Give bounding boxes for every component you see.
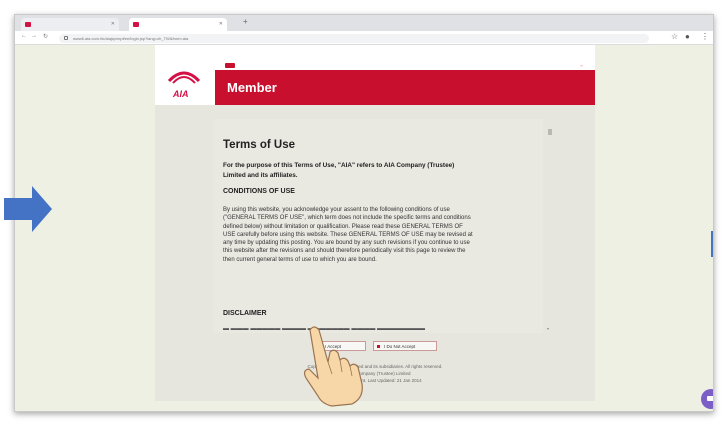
aia-favicon: [133, 22, 139, 27]
terms-buttons: I Accept I Do Not Accept: [155, 341, 595, 353]
tab-strip: ✕ ✕ +: [15, 15, 713, 31]
language-link[interactable]: ◦◦: [580, 63, 583, 68]
right-arrow-icon: [4, 186, 52, 232]
member-title: Member: [227, 80, 277, 95]
new-tab-icon[interactable]: +: [243, 17, 248, 26]
terms-intro: For the purpose of this Terms of Use, "A…: [223, 162, 455, 179]
page-footer: Copyright © 2021 ... Limited and its sub…: [245, 363, 505, 384]
browser-tab-1[interactable]: ✕: [21, 18, 119, 31]
terms-title: Terms of Use: [223, 139, 296, 151]
decline-button[interactable]: I Do Not Accept: [373, 341, 437, 351]
pointing-hand-icon: [303, 326, 363, 407]
aia-page: AIA ◦◦ Member Terms of Use For the purpo…: [155, 45, 595, 401]
footer-terms: Terms of U... ment. Last Updated: 21 Jan…: [328, 378, 422, 383]
page-header: AIA ◦◦ Member: [155, 45, 595, 105]
chat-icon[interactable]: [701, 389, 713, 409]
scrollbar-thumb[interactable]: [548, 129, 552, 135]
browser-tab-2[interactable]: ✕: [129, 18, 227, 31]
lock-icon: [64, 36, 68, 40]
url-text: www6.aia.com.hk/aiajsp/mpf/ee/login.jsp?…: [73, 36, 189, 41]
close-tab-icon[interactable]: ✕: [111, 21, 115, 27]
disclaimer-heading: DISCLAIMER: [223, 310, 267, 317]
terms-scrollbar[interactable]: ▾: [545, 119, 555, 333]
reload-icon[interactable]: ↻: [43, 33, 48, 40]
decline-button-label: I Do Not Accept: [384, 344, 416, 349]
url-field[interactable]: www6.aia.com.hk/aiajsp/mpf/ee/login.jsp?…: [59, 34, 649, 43]
aia-favicon: [25, 22, 31, 27]
footer-company: "AIA" ... Company (Trustee) Limited: [339, 371, 411, 376]
conditions-heading: CONDITIONS OF USE: [223, 188, 295, 195]
brand-flag-icon: [225, 63, 235, 68]
back-icon[interactable]: ←: [21, 33, 27, 39]
forward-icon[interactable]: →: [31, 33, 37, 39]
bookmark-star-icon[interactable]: ☆: [671, 32, 678, 41]
terms-panel[interactable]: Terms of Use For the purpose of this Ter…: [213, 119, 543, 333]
close-tab-icon[interactable]: ✕: [219, 21, 223, 27]
footer-copyright: Copyright © 2021 ... Limited and its sub…: [307, 364, 443, 369]
menu-icon[interactable]: ⋮: [701, 32, 709, 41]
scroll-down-icon[interactable]: ▾: [547, 326, 549, 331]
member-banner: Member: [215, 70, 595, 105]
address-bar: ← → ↻ www6.aia.com.hk/aiajsp/mpf/ee/logi…: [15, 31, 713, 45]
profile-icon[interactable]: ●: [685, 32, 690, 41]
conditions-body: By using this website, you acknowledge y…: [223, 207, 473, 263]
bullet-icon: [377, 345, 380, 348]
blue-square-shape: [711, 231, 713, 257]
aia-logo: AIA: [163, 63, 205, 105]
logo-text: AIA: [173, 89, 189, 99]
